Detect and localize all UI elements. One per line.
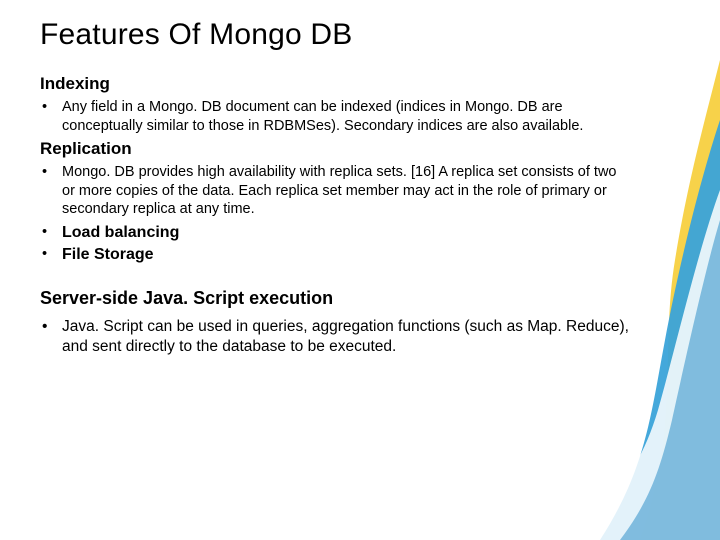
list-item-text: Java. Script can be used in queries, agg… [62, 317, 640, 357]
heading-replication: Replication [40, 139, 680, 159]
bullet-dot: • [40, 245, 62, 264]
list-serverjs: • Java. Script can be used in queries, a… [40, 317, 680, 357]
list-indexing: • Any field in a Mongo. DB document can … [40, 98, 680, 135]
bullet-dot: • [40, 163, 62, 182]
section-indexing: Indexing • Any field in a Mongo. DB docu… [40, 74, 680, 135]
bullet-dot: • [40, 317, 62, 337]
slide-content: Features Of Mongo DB Indexing • Any fiel… [0, 0, 720, 356]
heading-serverjs: Server-side Java. Script execution [40, 288, 680, 309]
slide-title: Features Of Mongo DB [40, 18, 680, 52]
list-item: • Java. Script can be used in queries, a… [40, 317, 640, 357]
bullet-dot: • [40, 223, 62, 242]
list-item-text: File Storage [62, 245, 154, 265]
list-extra: • Load balancing • File Storage [40, 223, 680, 266]
section-serverjs: Server-side Java. Script execution • Jav… [40, 288, 680, 357]
list-item: • Any field in a Mongo. DB document can … [40, 98, 630, 135]
bullet-dot: • [40, 98, 62, 117]
list-item: • File Storage [40, 245, 630, 265]
list-item: • Mongo. DB provides high availability w… [40, 163, 630, 219]
heading-indexing: Indexing [40, 74, 680, 94]
list-item-text: Mongo. DB provides high availability wit… [62, 163, 630, 219]
list-item-text: Any field in a Mongo. DB document can be… [62, 98, 630, 135]
list-item-text: Load balancing [62, 223, 179, 243]
section-replication: Replication • Mongo. DB provides high av… [40, 139, 680, 266]
list-item: • Load balancing [40, 223, 630, 243]
list-replication: • Mongo. DB provides high availability w… [40, 163, 680, 219]
